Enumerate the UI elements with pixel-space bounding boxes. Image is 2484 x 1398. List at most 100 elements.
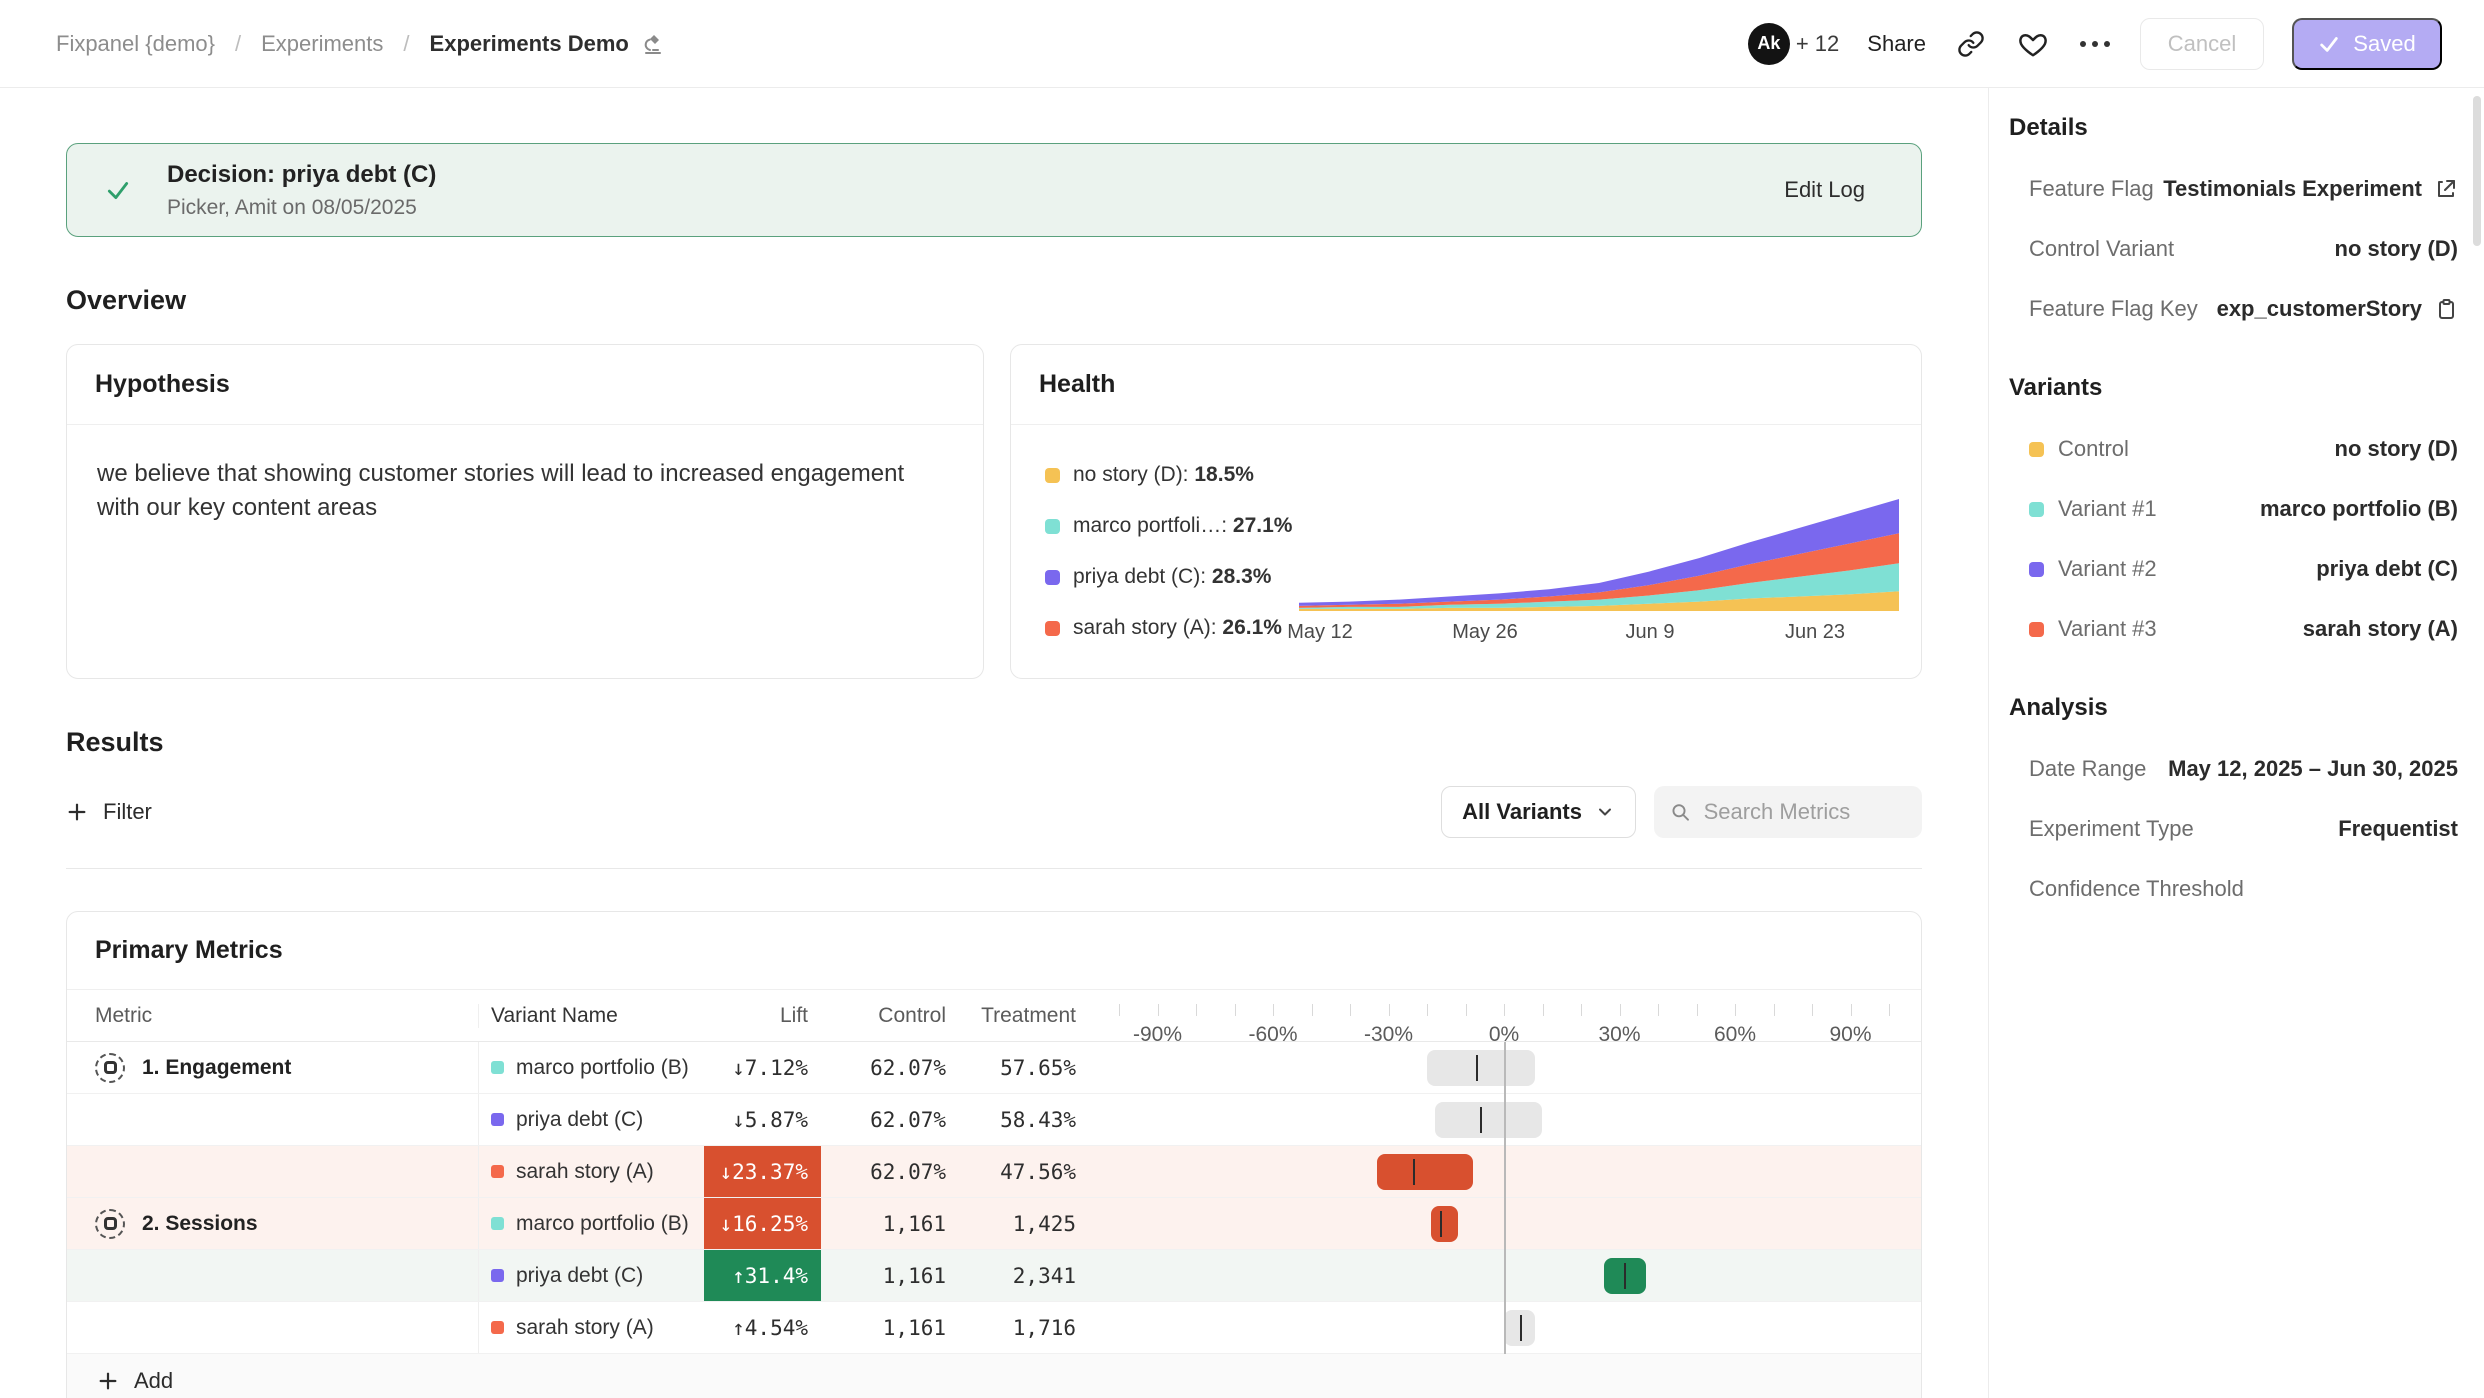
confidence-interval-cell <box>1081 1094 1921 1145</box>
favorite-heart-icon[interactable] <box>2016 27 2050 61</box>
details-heading: Details <box>2009 114 2458 142</box>
analysis-section: Analysis Date Range May 12, 2025 – Jun 3… <box>2009 694 2458 902</box>
confidence-interval-cell <box>1081 1302 1921 1353</box>
variant-name: priya debt (C) <box>516 1264 643 1288</box>
add-filter-button[interactable]: Filter <box>66 799 152 825</box>
overview-heading: Overview <box>66 285 1922 316</box>
variant-color-dot <box>491 1165 504 1178</box>
variant-cell: marco portfolio (B) <box>479 1198 704 1249</box>
health-stacked-area-chart <box>1299 495 1899 613</box>
analysis-heading: Analysis <box>2009 694 2458 722</box>
variant-name: priya debt (C) <box>516 1108 643 1132</box>
copy-link-icon[interactable] <box>1954 27 1988 61</box>
ci-axis-tick <box>1735 1004 1736 1016</box>
metric-cell <box>67 1146 479 1197</box>
lift-cell: ↑4.54% <box>704 1302 821 1353</box>
treatment-value: 1,716 <box>951 1302 1081 1353</box>
metric-name: 2. Sessions <box>142 1212 258 1236</box>
lift-marker <box>1520 1315 1522 1341</box>
confidence-interval-cell <box>1081 1042 1921 1093</box>
variants-heading: Variants <box>2009 374 2458 402</box>
avatar[interactable]: Ak <box>1748 23 1790 65</box>
table-row[interactable]: priya debt (C)↓5.87%62.07%58.43% <box>67 1094 1921 1146</box>
add-metric-button[interactable]: Add <box>67 1354 1921 1398</box>
treatment-value: 58.43% <box>951 1094 1081 1145</box>
cancel-button[interactable]: Cancel <box>2140 18 2264 70</box>
scrollbar-thumb[interactable] <box>2473 96 2481 246</box>
variant-name: marco portfolio (B) <box>516 1212 689 1236</box>
page-title: Experiments Demo <box>430 31 629 57</box>
top-bar: Fixpanel {demo} / Experiments / Experime… <box>0 0 2484 88</box>
table-body: 1. Engagementmarco portfolio (B)↓7.12%62… <box>67 1042 1921 1354</box>
lift-badge: ↑31.4% <box>704 1250 821 1301</box>
ci-axis-tick <box>1235 1004 1236 1016</box>
variants-section: Variants Control no story (D) Variant #1… <box>2009 374 2458 642</box>
search-metrics-input[interactable] <box>1704 799 1906 825</box>
health-legend: no story (D): 18.5% marco portfoli…: 27.… <box>1045 425 1299 667</box>
lift-badge: ↓16.25% <box>704 1198 821 1249</box>
ci-axis-tick <box>1427 1004 1428 1016</box>
legend-item: marco portfoli…: 27.1% <box>1045 514 1299 538</box>
lift-marker <box>1413 1159 1415 1185</box>
ci-axis-tick <box>1389 1004 1390 1016</box>
decision-subtitle: Picker, Amit on 08/05/2025 <box>167 196 436 220</box>
zero-reference-line <box>1504 1042 1506 1354</box>
variant-swatch <box>2029 502 2044 517</box>
variant-cell: sarah story (A) <box>479 1302 704 1353</box>
variant-swatch <box>2029 442 2044 457</box>
confidence-interval-bar <box>1427 1050 1535 1086</box>
feature-flag-key-row: Feature Flag Key exp_customerStory <box>2009 296 2458 322</box>
control-value: 1,161 <box>821 1198 951 1249</box>
results-heading: Results <box>66 727 1922 758</box>
lift-badge: ↓23.37% <box>704 1146 821 1197</box>
col-treatment: Treatment <box>951 1004 1081 1028</box>
metric-target-icon <box>95 1053 125 1083</box>
ci-axis-tick <box>1312 1004 1313 1016</box>
metric-cell <box>67 1302 479 1353</box>
breadcrumb: Fixpanel {demo} / Experiments / Experime… <box>56 31 665 57</box>
date-range-row: Date Range May 12, 2025 – Jun 30, 2025 <box>2009 756 2458 782</box>
variants-dropdown[interactable]: All Variants <box>1441 786 1636 838</box>
confidence-interval-cell <box>1081 1250 1921 1301</box>
breadcrumb-project[interactable]: Fixpanel {demo} <box>56 31 215 57</box>
lift-cell: ↓23.37% <box>704 1146 821 1197</box>
experiment-type-row: Experiment Type Frequentist <box>2009 816 2458 842</box>
clipboard-copy-icon[interactable] <box>2434 297 2458 321</box>
confidence-interval-bar <box>1431 1206 1458 1242</box>
variant-cell: marco portfolio (B) <box>479 1042 704 1093</box>
table-row[interactable]: 1. Engagementmarco portfolio (B)↓7.12%62… <box>67 1042 1921 1094</box>
ci-axis-tick <box>1620 1004 1621 1016</box>
variant-name: marco portfolio (B) <box>516 1056 689 1080</box>
lift-value: ↓5.87% <box>732 1108 821 1132</box>
confidence-threshold-row: Confidence Threshold <box>2009 876 2458 902</box>
feature-flag-row: Feature Flag Testimonials Experiment <box>2009 176 2458 202</box>
table-row[interactable]: priya debt (C)↑31.4%1,1612,341 <box>67 1250 1921 1302</box>
ci-axis-tick <box>1466 1004 1467 1016</box>
ci-axis-tick <box>1543 1004 1544 1016</box>
treatment-value: 47.56% <box>951 1146 1081 1197</box>
table-row[interactable]: sarah story (A)↑4.54%1,1611,716 <box>67 1302 1921 1354</box>
lift-value: ↓7.12% <box>732 1056 821 1080</box>
table-row[interactable]: 2. Sessions marco portfolio (B) ↓16.25%1,1… <box>67 1198 1921 1250</box>
saved-button[interactable]: Saved <box>2292 18 2442 70</box>
ci-axis-tick <box>1697 1004 1698 1016</box>
lift-marker <box>1624 1263 1626 1289</box>
collaborators-count[interactable]: + 12 <box>1796 31 1839 57</box>
legend-swatch <box>1045 570 1060 585</box>
external-link-icon[interactable] <box>2434 177 2458 201</box>
ci-axis-tick <box>1504 1004 1505 1016</box>
health-card: Health no story (D): 18.5% marco portfol… <box>1010 344 1922 679</box>
breadcrumb-experiments[interactable]: Experiments <box>261 31 383 57</box>
variant-color-dot <box>491 1269 504 1282</box>
ci-axis-tick <box>1273 1004 1274 1016</box>
share-button[interactable]: Share <box>1867 31 1926 57</box>
more-options-icon[interactable] <box>2078 27 2112 61</box>
lift-marker <box>1480 1107 1482 1133</box>
lift-cell: ↑31.4% <box>704 1250 821 1301</box>
edit-log-button[interactable]: Edit Log <box>1784 177 1865 203</box>
col-metric: Metric <box>67 1004 479 1028</box>
main-panel: Decision: priya debt (C) Picker, Amit on… <box>0 88 1988 1398</box>
decision-check-icon <box>105 177 131 203</box>
table-row[interactable]: sarah story (A)↓23.37%62.07%47.56% <box>67 1146 1921 1198</box>
ci-axis-tick <box>1581 1004 1582 1016</box>
